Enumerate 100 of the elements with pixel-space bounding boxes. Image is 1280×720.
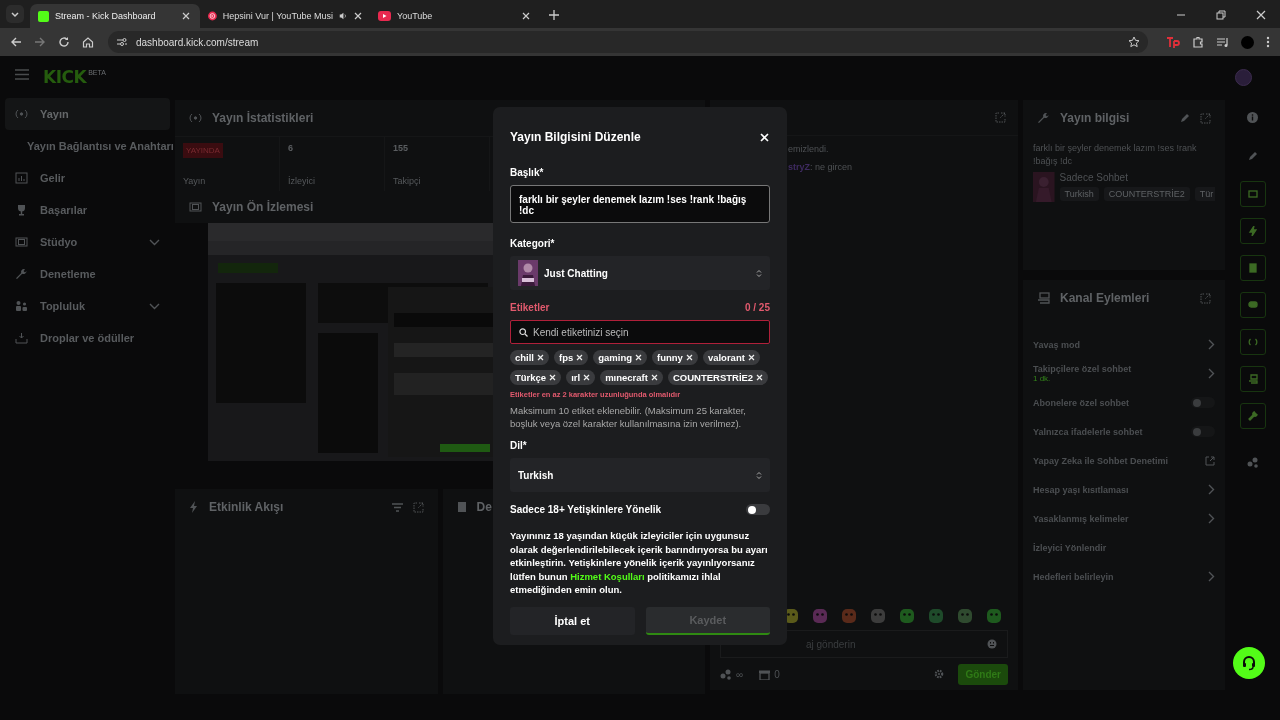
emote-icon[interactable]: [812, 608, 828, 624]
remove-icon[interactable]: [747, 354, 755, 361]
tag-chip[interactable]: valorant: [702, 350, 760, 365]
emote-icon[interactable]: [957, 608, 973, 624]
action-label[interactable]: Yalnızca ifadelerle sohbet: [1033, 426, 1143, 437]
chat-button[interactable]: [1239, 292, 1266, 318]
tag-chip[interactable]: Türkçe: [510, 370, 562, 385]
sidebar-item[interactable]: Yayın: [5, 98, 170, 130]
action-label[interactable]: Hedefleri belirleyin: [1033, 571, 1114, 582]
sidebar-item[interactable]: Droplar ve ödüller: [5, 322, 170, 354]
external-link-icon[interactable]: [1205, 455, 1215, 466]
tag-chip[interactable]: Tür: [1194, 187, 1215, 201]
action-label[interactable]: Yavaş mod: [1033, 339, 1081, 350]
emoji-icon[interactable]: [987, 639, 997, 649]
title-field[interactable]: farklı bir şeyler denemek lazım !ses !rank !bağış !dc: [510, 185, 770, 223]
tag-chip[interactable]: funny: [652, 350, 698, 365]
browser-tab[interactable]: YouTube: [370, 4, 540, 28]
dots-icon[interactable]: [1246, 457, 1259, 468]
sidebar-item[interactable]: Topluluk: [5, 290, 170, 322]
chevron-right-icon[interactable]: [1208, 339, 1215, 350]
camera-button[interactable]: [1239, 181, 1266, 207]
toggle-switch[interactable]: [1191, 397, 1215, 408]
language-select[interactable]: Turkish: [510, 458, 770, 492]
action-label[interactable]: Yasaklanmış kelimeler: [1033, 513, 1129, 524]
toggle-switch[interactable]: [746, 504, 770, 515]
browser-tab[interactable]: Hepsini Vur | YouTube Musi: [200, 4, 370, 28]
support-button[interactable]: [1233, 647, 1265, 679]
remove-icon[interactable]: [583, 374, 591, 381]
close-tab-icon[interactable]: [522, 12, 530, 20]
popout-icon[interactable]: [995, 112, 1006, 123]
sidebar-item[interactable]: Başarılar: [5, 194, 170, 226]
popout-icon[interactable]: [1200, 292, 1211, 304]
tag-chip[interactable]: mınecraft: [600, 370, 663, 385]
popout-icon[interactable]: [1200, 112, 1211, 124]
broadcast-button[interactable]: [1239, 329, 1266, 355]
pencil-icon[interactable]: [1247, 151, 1258, 161]
puzzle-icon[interactable]: [1192, 36, 1204, 48]
tag-chip[interactable]: chill: [510, 350, 549, 365]
sidebar-item[interactable]: Denetleme: [5, 258, 170, 290]
close-tab-icon[interactable]: [353, 12, 362, 20]
info-icon[interactable]: [1247, 112, 1258, 123]
profile-avatar[interactable]: [1241, 35, 1254, 49]
back-icon[interactable]: [10, 36, 22, 48]
forward-icon[interactable]: [34, 36, 46, 48]
action-label[interactable]: Takipçilere özel sohbet: [1033, 364, 1132, 374]
chevron-right-icon[interactable]: [1208, 484, 1215, 495]
emote-icon[interactable]: [899, 608, 915, 624]
home-icon[interactable]: [82, 36, 94, 48]
kick-logo[interactable]: KICK: [43, 68, 87, 86]
remove-icon[interactable]: [756, 374, 764, 381]
emote-icon[interactable]: [841, 608, 857, 624]
media-queue-icon[interactable]: [1216, 36, 1229, 48]
emote-icon[interactable]: [928, 608, 944, 624]
remove-icon[interactable]: [549, 374, 557, 381]
remove-icon[interactable]: [576, 354, 584, 361]
close-icon[interactable]: [1256, 10, 1266, 20]
tag-chip[interactable]: COUNTERSTRİE2: [1103, 187, 1190, 201]
settings-icon[interactable]: [934, 669, 945, 679]
tag-chip[interactable]: gaming: [593, 350, 648, 365]
tag-search-field[interactable]: Kendi etiketinizi seçin: [510, 320, 770, 344]
browser-tab[interactable]: Stream - Kick Dashboard: [30, 4, 200, 28]
chevron-right-icon[interactable]: [1208, 513, 1215, 524]
more-icon[interactable]: [1266, 36, 1270, 48]
bookmark-star-icon[interactable]: [1128, 36, 1140, 48]
remove-icon[interactable]: [635, 354, 643, 361]
filter-icon[interactable]: [391, 502, 403, 512]
close-tab-icon[interactable]: [182, 12, 190, 20]
emote-icon[interactable]: [986, 608, 1002, 624]
action-label[interactable]: İzleyici Yönlendir: [1033, 542, 1107, 553]
menu-icon[interactable]: [15, 68, 29, 80]
remove-icon[interactable]: [537, 354, 544, 361]
pencil-icon[interactable]: [1180, 113, 1190, 123]
wrench-button[interactable]: [1239, 403, 1266, 429]
emote-icon[interactable]: [870, 608, 886, 624]
action-label[interactable]: Abonelere özel sohbet: [1033, 397, 1130, 408]
toggle-switch[interactable]: [1191, 426, 1215, 437]
note-button[interactable]: [1239, 255, 1266, 281]
tag-chip[interactable]: Turkish: [1059, 187, 1099, 201]
tab-list-button[interactable]: [6, 5, 24, 23]
new-tab-icon[interactable]: [549, 10, 559, 20]
site-settings-icon[interactable]: [116, 37, 128, 47]
address-bar[interactable]: dashboard.kick.com/stream: [108, 31, 1148, 53]
sidebar-item[interactable]: Gelir: [5, 162, 170, 194]
cancel-button[interactable]: İptal et: [510, 606, 635, 635]
popout-icon[interactable]: [412, 501, 424, 513]
chevron-right-icon[interactable]: [1208, 368, 1215, 379]
category-select[interactable]: Just Chatting: [510, 256, 770, 290]
extension-icon[interactable]: [1166, 36, 1180, 48]
sidebar-item[interactable]: Stüdyo: [5, 226, 170, 258]
tag-chip[interactable]: fps: [554, 350, 589, 365]
terms-link[interactable]: Hizmet Koşulları: [570, 570, 645, 582]
tag-chip[interactable]: COUNTERSTRİE2: [667, 370, 769, 385]
tag-chip[interactable]: ırl: [566, 370, 596, 385]
user-avatar[interactable]: [1235, 68, 1252, 86]
action-label[interactable]: Hesap yaşı kısıtlaması: [1033, 484, 1129, 495]
studio-button[interactable]: [1239, 366, 1266, 392]
remove-icon[interactable]: [685, 354, 693, 361]
reload-icon[interactable]: [58, 36, 70, 48]
remove-icon[interactable]: [650, 374, 658, 381]
action-label[interactable]: Yapay Zeka ile Sohbet Denetimi: [1033, 455, 1169, 466]
